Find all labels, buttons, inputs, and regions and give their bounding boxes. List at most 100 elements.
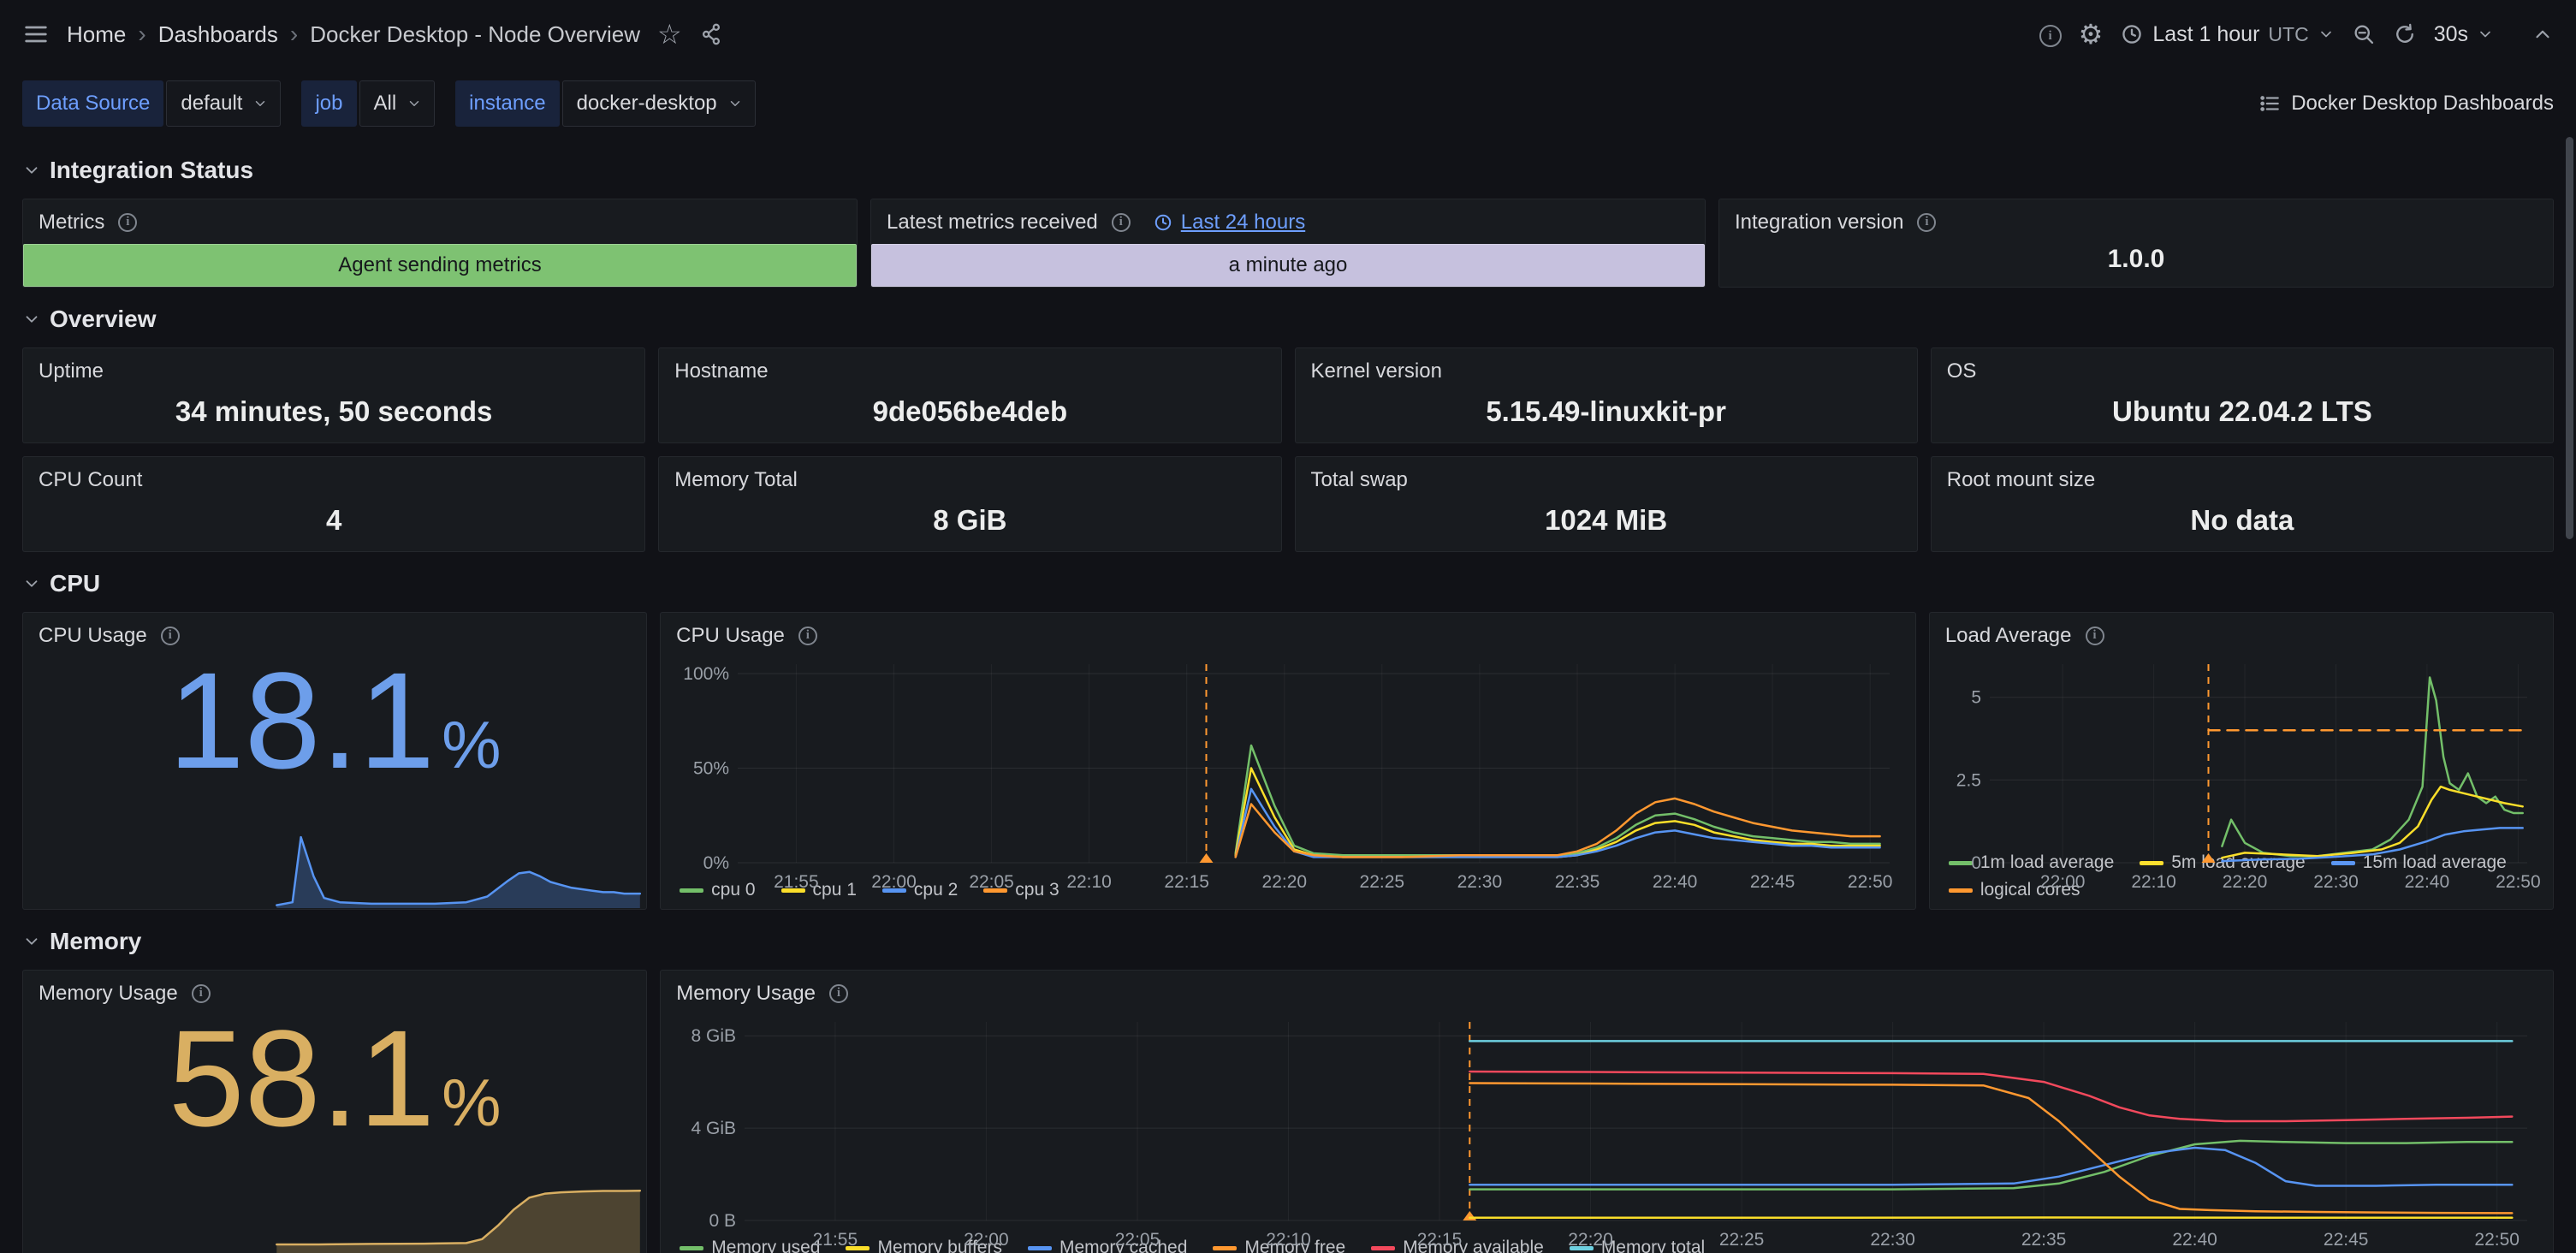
svg-text:22:45: 22:45 xyxy=(1750,872,1795,892)
docker-dashboards-label: Docker Desktop Dashboards xyxy=(2291,92,2554,116)
breadcrumb-dashboards[interactable]: Dashboards xyxy=(158,21,278,48)
svg-text:8 GiB: 8 GiB xyxy=(691,1026,737,1046)
variable-instance: instance docker-desktop xyxy=(455,80,755,127)
info-circle-icon xyxy=(2039,25,2062,47)
panel-kernel-version: Kernel version 5.15.49-linuxkit-pr xyxy=(1295,347,1918,443)
refresh-interval-label: 30s xyxy=(2434,22,2468,47)
panel-title[interactable]: OS xyxy=(1947,359,1977,383)
dashboard-insights-button[interactable] xyxy=(2039,21,2062,48)
refresh-interval-dropdown[interactable]: 30s xyxy=(2434,22,2494,47)
section-cpu[interactable]: CPU xyxy=(22,566,2554,602)
magnifier-minus-icon xyxy=(2352,22,2376,46)
stat-value: Ubuntu 22.04.2 LTS xyxy=(2112,395,2372,428)
svg-text:22:20: 22:20 xyxy=(1568,1230,1613,1250)
svg-text:22:50: 22:50 xyxy=(2496,872,2541,892)
chevron-down-icon xyxy=(2318,26,2335,43)
panel-title[interactable]: Memory Usage xyxy=(676,982,816,1006)
panel-title[interactable]: Hostname xyxy=(674,359,768,383)
job-select[interactable]: All xyxy=(359,80,436,127)
load-average-chart[interactable]: 02.5522:0022:1022:2022:3022:4022:50 xyxy=(1942,654,2541,846)
svg-text:50%: 50% xyxy=(693,759,729,779)
svg-text:22:35: 22:35 xyxy=(2021,1230,2067,1250)
info-icon[interactable] xyxy=(2086,626,2104,645)
svg-text:22:40: 22:40 xyxy=(2404,872,2449,892)
panel-title[interactable]: Root mount size xyxy=(1947,468,2095,492)
panel-metrics: Metrics Agent sending metrics xyxy=(22,199,858,288)
svg-text:22:10: 22:10 xyxy=(2131,872,2176,892)
refresh-icon xyxy=(2393,22,2417,46)
favorite-star-button[interactable]: ☆ xyxy=(657,21,682,48)
info-icon[interactable] xyxy=(798,626,817,645)
time-range-picker[interactable]: Last 1 hour UTC xyxy=(2120,22,2334,47)
info-icon[interactable] xyxy=(192,984,211,1003)
variable-data-source: Data Source default xyxy=(22,80,281,127)
instance-select[interactable]: docker-desktop xyxy=(562,80,756,127)
panel-title[interactable]: CPU Usage xyxy=(676,624,785,648)
section-integration-status[interactable]: Integration Status xyxy=(22,152,2554,188)
zoom-out-time-button[interactable] xyxy=(2352,22,2376,46)
gear-icon: ⚙ xyxy=(2079,19,2104,50)
docker-dashboards-link[interactable]: Docker Desktop Dashboards xyxy=(2258,92,2554,116)
memory-usage-number: 58.1 xyxy=(169,1010,435,1147)
section-title: Overview xyxy=(50,306,157,333)
info-icon[interactable] xyxy=(829,984,848,1003)
panel-root-mount-size: Root mount size No data xyxy=(1931,456,2554,552)
chevron-down-icon xyxy=(22,310,41,329)
metrics-status-gauge: Agent sending metrics xyxy=(23,244,857,287)
refresh-button[interactable] xyxy=(2393,22,2417,46)
panel-hostname: Hostname 9de056be4deb xyxy=(658,347,1281,443)
svg-text:22:10: 22:10 xyxy=(1066,872,1112,892)
panel-title[interactable]: CPU Usage xyxy=(39,624,147,648)
time-range-label: Last 1 hour xyxy=(2152,22,2259,47)
panel-integration-version: Integration version 1.0.0 xyxy=(1718,199,2554,288)
panel-title[interactable]: CPU Count xyxy=(39,468,142,492)
dashboard-settings-button[interactable]: ⚙ xyxy=(2079,21,2104,48)
info-icon[interactable] xyxy=(118,213,137,232)
svg-text:22:30: 22:30 xyxy=(1457,872,1503,892)
section-title: Integration Status xyxy=(50,157,253,184)
panel-title[interactable]: Integration version xyxy=(1735,211,1903,235)
chevron-down-icon xyxy=(2477,26,2494,43)
instance-label: instance xyxy=(455,80,559,127)
list-icon xyxy=(2258,92,2281,115)
panel-title[interactable]: Uptime xyxy=(39,359,104,383)
panel-memory-usage-stat: Memory Usage 58.1 % xyxy=(22,970,647,1253)
panel-title[interactable]: Load Average xyxy=(1945,624,2072,648)
panel-title[interactable]: Kernel version xyxy=(1311,359,1442,383)
info-icon[interactable] xyxy=(1112,213,1131,232)
svg-text:21:55: 21:55 xyxy=(774,872,819,892)
clock-icon xyxy=(2120,22,2144,46)
svg-text:22:15: 22:15 xyxy=(1417,1230,1463,1250)
breadcrumb-separator: › xyxy=(290,21,298,48)
panel-load-average: Load Average 02.5522:0022:1022:2022:3022… xyxy=(1929,612,2554,910)
scrollbar-thumb[interactable] xyxy=(2566,137,2573,539)
section-memory[interactable]: Memory xyxy=(22,923,2554,959)
panel-title[interactable]: Metrics xyxy=(39,211,104,235)
breadcrumb-home[interactable]: Home xyxy=(67,21,126,48)
svg-text:22:50: 22:50 xyxy=(2475,1230,2520,1250)
panel-title[interactable]: Memory Usage xyxy=(39,982,178,1006)
collapse-controls-button[interactable] xyxy=(2531,23,2554,45)
svg-text:2.5: 2.5 xyxy=(1956,770,1981,790)
dashboard-controls-bar: Data Source default job All instance doc… xyxy=(0,68,2576,139)
stat-value: No data xyxy=(2190,504,2294,537)
info-icon[interactable] xyxy=(1917,213,1936,232)
panel-title[interactable]: Total swap xyxy=(1311,468,1408,492)
menu-toggle-button[interactable] xyxy=(22,21,50,48)
share-button[interactable] xyxy=(699,22,723,46)
chevron-down-icon xyxy=(252,96,268,111)
section-overview[interactable]: Overview xyxy=(22,301,2554,337)
panel-memory-usage-timeseries: Memory Usage 0 B4 GiB8 GiB21:5522:0022:0… xyxy=(660,970,2554,1253)
panel-title[interactable]: Latest metrics received xyxy=(887,211,1098,235)
last-24-hours-link[interactable]: Last 24 hours xyxy=(1153,211,1305,235)
svg-text:22:20: 22:20 xyxy=(2223,872,2268,892)
chevron-down-icon xyxy=(407,96,422,111)
svg-text:22:25: 22:25 xyxy=(1719,1230,1765,1250)
panel-title[interactable]: Memory Total xyxy=(674,468,798,492)
info-icon[interactable] xyxy=(161,626,180,645)
memory-usage-chart[interactable]: 0 B4 GiB8 GiB21:5522:0022:0522:1022:1522… xyxy=(673,1012,2541,1231)
breadcrumb-separator: › xyxy=(138,21,145,48)
cpu-usage-chart[interactable]: 0%50%100%21:5522:0022:0522:1022:1522:202… xyxy=(673,654,1903,873)
panel-total-swap: Total swap 1024 MiB xyxy=(1295,456,1918,552)
data-source-select[interactable]: default xyxy=(166,80,281,127)
